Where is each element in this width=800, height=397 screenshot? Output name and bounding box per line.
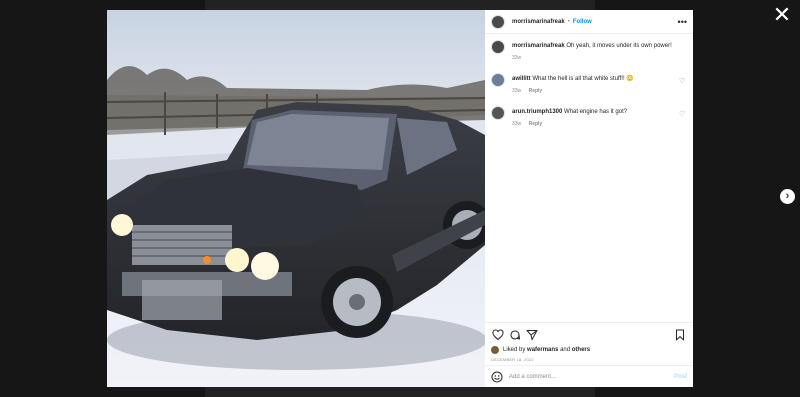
post-author[interactable]: morrismarinafreak bbox=[512, 19, 565, 25]
comment-item: arun.triumph1300 What engine has it got?… bbox=[491, 106, 687, 129]
comment-input[interactable] bbox=[509, 373, 674, 380]
post-comment-button[interactable]: Post bbox=[674, 374, 687, 380]
bookmark-icon[interactable] bbox=[673, 329, 687, 341]
comment-item: awillitt What the hell is all that white… bbox=[491, 73, 687, 96]
post-side-panel: morrismarinafreak • Follow ••• morrismar… bbox=[485, 10, 693, 387]
close-icon[interactable]: ✕ bbox=[770, 4, 794, 28]
comment-text: What the hell is all that white stuff!! … bbox=[532, 76, 634, 82]
comments-list[interactable]: morrismarinafreak Oh yeah, it moves unde… bbox=[485, 34, 693, 322]
post-date: DECEMBER 18, 2022 bbox=[491, 357, 534, 362]
reply-button[interactable]: Reply bbox=[529, 88, 543, 94]
avatar[interactable] bbox=[491, 40, 505, 54]
comment-text: What engine has it got? bbox=[564, 109, 628, 115]
more-options-icon[interactable]: ••• bbox=[678, 17, 687, 27]
comment-text: Oh yeah, it moves under its own power! bbox=[566, 43, 672, 49]
heart-icon[interactable]: ♡ bbox=[679, 111, 687, 119]
follow-button[interactable]: Follow bbox=[573, 19, 592, 25]
comment-time[interactable]: 33w bbox=[512, 88, 521, 94]
likes-connector: and bbox=[560, 347, 571, 353]
background-content bbox=[205, 387, 595, 397]
liked-by-user[interactable]: wafermans bbox=[527, 347, 558, 353]
avatar[interactable] bbox=[491, 346, 499, 354]
avatar[interactable] bbox=[491, 73, 505, 87]
caption: morrismarinafreak Oh yeah, it moves unde… bbox=[491, 40, 687, 63]
car-in-snow-photo bbox=[107, 10, 485, 387]
avatar[interactable] bbox=[491, 14, 505, 29]
post-modal: morrismarinafreak • Follow ••• morrismar… bbox=[107, 10, 693, 387]
comment-username[interactable]: awillitt bbox=[512, 76, 531, 82]
likes-summary: Liked by wafermans and others bbox=[491, 346, 687, 354]
likes-others-link[interactable]: others bbox=[572, 347, 590, 353]
comment-username[interactable]: morrismarinafreak bbox=[512, 43, 565, 49]
avatar[interactable] bbox=[491, 106, 505, 120]
comment-icon[interactable] bbox=[508, 329, 522, 341]
post-header: morrismarinafreak • Follow ••• bbox=[485, 10, 693, 34]
post-actions: Liked by wafermans and others DECEMBER 1… bbox=[485, 322, 693, 365]
heart-icon[interactable] bbox=[491, 329, 505, 341]
heart-icon[interactable]: ♡ bbox=[679, 78, 687, 86]
likes-prefix: Liked by bbox=[503, 347, 526, 353]
comment-time[interactable]: 33w bbox=[512, 55, 521, 61]
add-comment-bar: Post bbox=[485, 365, 693, 387]
chevron-right-icon[interactable]: › bbox=[780, 189, 795, 204]
comment-time[interactable]: 33w bbox=[512, 121, 521, 127]
reply-button[interactable]: Reply bbox=[529, 121, 543, 127]
send-icon[interactable] bbox=[525, 329, 539, 341]
comment-username[interactable]: arun.triumph1300 bbox=[512, 109, 562, 115]
separator-dot: • bbox=[567, 18, 570, 25]
emoji-icon[interactable] bbox=[491, 371, 503, 383]
background-content bbox=[205, 0, 595, 10]
post-image[interactable] bbox=[107, 10, 485, 387]
